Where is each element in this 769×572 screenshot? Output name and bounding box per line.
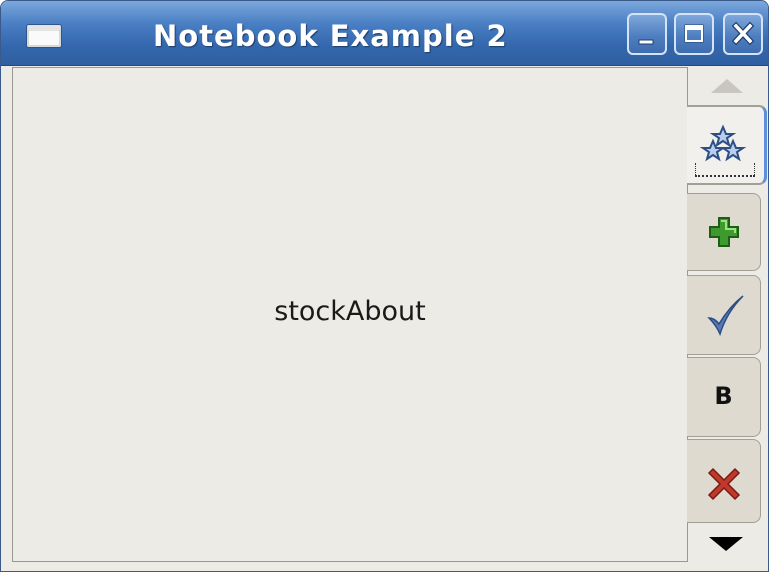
bold-icon: B <box>714 382 733 410</box>
tab-about[interactable] <box>687 105 767 185</box>
window-title: Notebook Example 2 <box>153 19 508 53</box>
tab-scroll-up-button[interactable] <box>687 67 767 105</box>
maximize-icon <box>684 24 704 43</box>
tab-apply[interactable] <box>687 275 761 355</box>
maximize-button[interactable] <box>674 13 714 55</box>
minimize-button[interactable] <box>627 13 667 55</box>
focus-indicator <box>695 163 755 177</box>
notebook-page: stockAbout <box>12 67 688 562</box>
scroll-down-arrow-icon <box>709 537 743 551</box>
scroll-up-arrow-icon <box>711 79 743 93</box>
tab-bold[interactable]: B <box>687 357 761 437</box>
tab-add[interactable] <box>687 193 761 271</box>
tab-cancel[interactable] <box>687 439 761 523</box>
add-icon <box>709 217 739 247</box>
title-bar[interactable]: Notebook Example 2 <box>1 1 768 66</box>
window-menu-icon[interactable] <box>27 25 61 47</box>
tab-scroll-down-button[interactable] <box>687 523 767 561</box>
close-button[interactable] <box>723 13 763 55</box>
notebook-window: Notebook Example 2 stockAbout B <box>0 0 769 572</box>
page-label: stockAbout <box>274 296 426 327</box>
cancel-icon <box>707 467 741 501</box>
minimize-icon <box>638 39 654 45</box>
apply-icon <box>707 295 744 337</box>
close-icon <box>731 21 755 46</box>
